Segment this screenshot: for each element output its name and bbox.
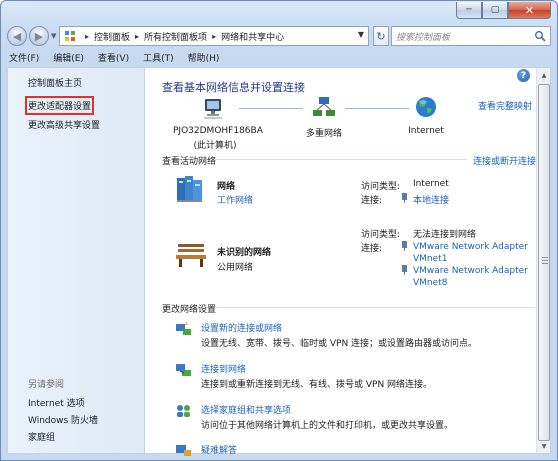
access-type-label: 访问类型: — [361, 230, 401, 240]
page-title: 查看基本网络信息并设置连接 — [162, 81, 305, 94]
task-setup-connection-link[interactable]: 设置新的连接或网络 — [201, 321, 282, 334]
menu-file[interactable]: 文件(F) — [9, 51, 39, 64]
sidebar-item-internet-options[interactable]: Internet 选项 — [28, 396, 85, 409]
network-type-link[interactable]: 公用网络 — [217, 260, 253, 273]
menu-tools[interactable]: 工具(T) — [143, 51, 174, 64]
thumb-grip — [542, 257, 548, 258]
breadcrumb-separator: ▸ — [212, 31, 217, 41]
see-full-map-link[interactable]: 查看完整映射 — [478, 99, 532, 112]
active-networks-heading: 查看活动网络 — [162, 157, 217, 167]
work-network-icon[interactable] — [174, 172, 206, 204]
troubleshoot-icon[interactable] — [175, 442, 192, 459]
control-panel-icon — [65, 31, 75, 41]
back-button[interactable]: ◀ — [7, 26, 27, 46]
search-icon[interactable] — [534, 30, 546, 42]
connect-network-icon[interactable] — [175, 361, 192, 378]
sidebar-item-homegroup[interactable]: 家庭组 — [28, 430, 55, 443]
breadcrumb-all-items[interactable]: 所有控制面板项 — [144, 30, 207, 43]
access-type-value: Internet — [413, 179, 449, 189]
maximize-button[interactable]: ▢ — [482, 2, 508, 19]
map-connector-line — [345, 108, 409, 109]
network-name: 未识别的网络 — [217, 248, 272, 258]
connect-disconnect-link[interactable]: 连接或断开连接 — [473, 154, 536, 167]
refresh-button[interactable]: ↻ — [373, 26, 389, 46]
multiple-networks-icon[interactable] — [311, 95, 337, 121]
connections-label: 连接: — [361, 244, 383, 254]
sidebar-item-control-panel-home[interactable]: 控制面板主页 — [28, 76, 82, 89]
address-bar[interactable]: ▸ 控制面板 ▸ 所有控制面板项 ▸ 网络和共享中心 ▼ — [59, 26, 369, 46]
map-connector-line — [239, 108, 303, 109]
thumb-grip — [542, 263, 548, 264]
menu-help[interactable]: 帮助(H) — [188, 51, 220, 64]
connection-link[interactable]: VMware Network Adapter VMnet8 — [413, 265, 533, 289]
window: ─ ▢ ✕ ◀ ▶ ▼ ▸ 控制面板 ▸ 所有控制面板项 ▸ 网络和共享中心 ▼… — [0, 0, 558, 461]
sidebar: 控制面板主页 更改适配器设置 更改高级共享设置 另请参阅 Internet 选项… — [7, 67, 145, 454]
computer-icon[interactable] — [202, 98, 226, 120]
close-button[interactable]: ✕ — [508, 2, 551, 19]
help-icon[interactable]: ? — [517, 69, 530, 82]
section-divider — [215, 159, 467, 160]
connections-label: 连接: — [361, 196, 383, 206]
task-description: 访问位于其他网络计算机上的文件和打印机，或更改共享设置。 — [201, 421, 454, 431]
breadcrumb-control-panel[interactable]: 控制面板 — [94, 30, 130, 43]
main-content: ? 查看基本网络信息并设置连接 查看完整映射 PJO32DMOHF186BA (… — [145, 67, 551, 456]
network-name: 网络 — [217, 182, 236, 192]
scroll-thumb[interactable] — [538, 84, 550, 441]
menu-view[interactable]: 查看(V) — [98, 51, 129, 64]
public-network-bench-icon[interactable] — [174, 238, 208, 270]
computer-name-label: PJO32DMOHF186BA — [173, 126, 263, 136]
sidebar-item-change-adapter-settings[interactable]: 更改适配器设置 — [24, 96, 95, 115]
change-settings-heading: 更改网络设置 — [162, 305, 217, 315]
internet-globe-icon[interactable] — [415, 96, 437, 118]
thumb-grip — [542, 260, 548, 261]
navigation-bar: ◀ ▶ ▼ ▸ 控制面板 ▸ 所有控制面板项 ▸ 网络和共享中心 ▼ ↻ 搜索控… — [7, 25, 551, 47]
network-type-link[interactable]: 工作网络 — [217, 193, 253, 206]
caption-buttons: ─ ▢ ✕ — [456, 2, 551, 19]
breadcrumb-network-center[interactable]: 网络和共享中心 — [221, 30, 284, 43]
ethernet-adapter-icon — [402, 265, 407, 275]
homegroup-icon[interactable] — [175, 402, 192, 419]
search-input[interactable]: 搜索控制面板 — [391, 26, 551, 46]
setup-connection-icon[interactable] — [175, 320, 192, 337]
internet-label: Internet — [408, 126, 444, 136]
minimize-button[interactable]: ─ — [456, 2, 482, 19]
task-description: 设置无线、宽带、拨号、临时或 VPN 连接；或设置路由器或访问点。 — [201, 339, 478, 349]
task-connect-network-link[interactable]: 连接到网络 — [201, 362, 246, 375]
multiple-networks-label: 多重网络 — [305, 129, 342, 139]
search-placeholder: 搜索控制面板 — [396, 32, 451, 43]
ethernet-adapter-icon — [402, 241, 407, 251]
menu-bar: 文件(F) 编辑(E) 查看(V) 工具(T) 帮助(H) — [1, 48, 557, 67]
scroll-down-button[interactable]: ▼ — [537, 439, 551, 453]
sidebar-item-windows-firewall[interactable]: Windows 防火墙 — [28, 413, 98, 426]
scroll-up-button[interactable]: ▲ — [537, 68, 551, 82]
task-description: 连接到或重新连接到无线、有线、拨号或 VPN 网络连接。 — [201, 380, 433, 390]
computer-sub-label: (此计算机) — [193, 141, 237, 151]
breadcrumb-separator: ▸ — [85, 31, 90, 41]
sidebar-item-advanced-sharing[interactable]: 更改高级共享设置 — [28, 118, 100, 131]
address-dropdown-icon[interactable]: ▼ — [358, 30, 364, 39]
connection-link[interactable]: VMware Network Adapter VMnet1 — [413, 241, 533, 265]
access-type-label: 访问类型: — [361, 182, 401, 192]
section-divider — [215, 307, 535, 308]
see-also-heading: 另请参阅 — [28, 380, 65, 390]
access-type-value: 无法连接到网络 — [413, 230, 477, 240]
vertical-scrollbar[interactable]: ▲ ▼ — [536, 68, 550, 453]
task-troubleshoot-link[interactable]: 疑难解答 — [201, 443, 237, 456]
breadcrumb-separator: ▸ — [135, 31, 140, 41]
forward-button[interactable]: ▶ — [29, 26, 49, 46]
connection-link[interactable]: 本地连接 — [413, 193, 449, 206]
task-homegroup-link[interactable]: 选择家庭组和共享选项 — [201, 403, 291, 416]
menu-edit[interactable]: 编辑(E) — [53, 51, 84, 64]
ethernet-adapter-icon — [402, 193, 407, 203]
